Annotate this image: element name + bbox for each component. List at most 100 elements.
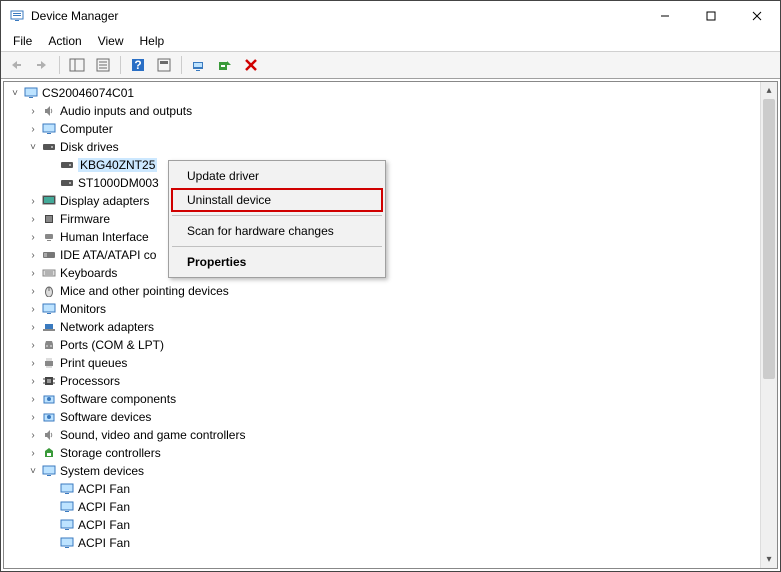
tree-label: Software devices	[60, 410, 151, 424]
tree-item-ports[interactable]: › Ports (COM & LPT)	[4, 336, 760, 354]
action-button[interactable]	[153, 54, 175, 76]
tree-item-processors[interactable]: › Processors	[4, 372, 760, 390]
menubar: File Action View Help	[1, 31, 780, 51]
expander-icon[interactable]: ›	[26, 376, 40, 387]
menu-file[interactable]: File	[5, 34, 40, 48]
software-icon	[40, 391, 58, 407]
tree-item-acpi[interactable]: ACPI Fan	[4, 516, 760, 534]
tree-item-mice[interactable]: › Mice and other pointing devices	[4, 282, 760, 300]
tree-item-disk-drives[interactable]: ˅ Disk drives	[4, 138, 760, 156]
toolbar-separator	[181, 56, 182, 74]
scroll-thumb[interactable]	[763, 99, 775, 379]
expander-icon[interactable]: ˅	[8, 88, 22, 99]
network-icon	[40, 319, 58, 335]
tree-label: Processors	[60, 374, 120, 388]
tree-label: ACPI Fan	[78, 482, 130, 496]
menu-separator	[172, 215, 382, 216]
cpu-icon	[40, 373, 58, 389]
ctx-update-driver[interactable]: Update driver	[171, 164, 383, 188]
tree-item-system[interactable]: ˅ System devices	[4, 462, 760, 480]
ctx-scan-hardware[interactable]: Scan for hardware changes	[171, 219, 383, 243]
toolbar-separator	[120, 56, 121, 74]
computer-icon	[22, 85, 40, 101]
printer-icon	[40, 355, 58, 371]
tree-label: Ports (COM & LPT)	[60, 338, 164, 352]
menu-help[interactable]: Help	[132, 34, 173, 48]
minimize-button[interactable]	[642, 1, 688, 31]
expander-icon[interactable]: ˅	[26, 466, 40, 477]
device-tree[interactable]: ˅ CS20046074C01 › Audio inputs and outpu…	[4, 82, 760, 568]
tree-item-swdevices[interactable]: › Software devices	[4, 408, 760, 426]
menu-separator	[172, 246, 382, 247]
disk-icon	[58, 157, 76, 173]
expander-icon[interactable]: ›	[26, 232, 40, 243]
tree-label: Human Interface	[60, 230, 149, 244]
expander-icon[interactable]: ˅	[26, 142, 40, 153]
tree-label: System devices	[60, 464, 144, 478]
expander-icon[interactable]: ›	[26, 304, 40, 315]
expander-icon[interactable]: ›	[26, 430, 40, 441]
system-icon	[58, 535, 76, 551]
expander-icon[interactable]: ›	[26, 250, 40, 261]
add-legacy-button[interactable]	[214, 54, 236, 76]
tree-label: Monitors	[60, 302, 106, 316]
tree-label: KBG40ZNT25	[78, 158, 157, 172]
tree-label: IDE ATA/ATAPI co	[60, 248, 156, 262]
vertical-scrollbar[interactable]: ▴ ▾	[760, 82, 777, 568]
scan-button[interactable]	[188, 54, 210, 76]
tree-label: Print queues	[60, 356, 127, 370]
system-icon	[40, 463, 58, 479]
tree-label: Software components	[60, 392, 176, 406]
tree-item-storage[interactable]: › Storage controllers	[4, 444, 760, 462]
speaker-icon	[40, 103, 58, 119]
scroll-down-icon[interactable]: ▾	[761, 551, 777, 568]
properties-button[interactable]	[92, 54, 114, 76]
tree-item-monitors[interactable]: › Monitors	[4, 300, 760, 318]
show-hide-tree-button[interactable]	[66, 54, 88, 76]
scroll-up-icon[interactable]: ▴	[761, 82, 777, 99]
expander-icon[interactable]: ›	[26, 286, 40, 297]
menu-view[interactable]: View	[90, 34, 132, 48]
tree-item-sound[interactable]: › Sound, video and game controllers	[4, 426, 760, 444]
expander-icon[interactable]: ›	[26, 268, 40, 279]
tree-item-swcomponents[interactable]: › Software components	[4, 390, 760, 408]
expander-icon[interactable]: ›	[26, 412, 40, 423]
menu-action[interactable]: Action	[40, 34, 89, 48]
expander-icon[interactable]: ›	[26, 322, 40, 333]
close-button[interactable]	[734, 1, 780, 31]
tree-label: Storage controllers	[60, 446, 161, 460]
expander-icon[interactable]: ›	[26, 394, 40, 405]
uninstall-button[interactable]	[240, 54, 262, 76]
tree-item-acpi[interactable]: ACPI Fan	[4, 480, 760, 498]
expander-icon[interactable]: ›	[26, 214, 40, 225]
back-button[interactable]	[5, 54, 27, 76]
disk-icon	[40, 139, 58, 155]
tree-label: ST1000DM003	[78, 176, 159, 190]
display-icon	[40, 193, 58, 209]
tree-container: ˅ CS20046074C01 › Audio inputs and outpu…	[3, 81, 778, 569]
ctx-uninstall-device[interactable]: Uninstall device	[171, 188, 383, 212]
ide-icon	[40, 247, 58, 263]
expander-icon[interactable]: ›	[26, 340, 40, 351]
expander-icon[interactable]: ›	[26, 106, 40, 117]
expander-icon[interactable]: ›	[26, 196, 40, 207]
tree-item-printqueues[interactable]: › Print queues	[4, 354, 760, 372]
ctx-properties[interactable]: Properties	[171, 250, 383, 274]
tree-item-acpi[interactable]: ACPI Fan	[4, 498, 760, 516]
tree-item-computer[interactable]: › Computer	[4, 120, 760, 138]
tree-root[interactable]: ˅ CS20046074C01	[4, 84, 760, 102]
expander-icon[interactable]: ›	[26, 448, 40, 459]
expander-icon[interactable]: ›	[26, 124, 40, 135]
toolbar: ?	[1, 51, 780, 79]
context-menu: Update driver Uninstall device Scan for …	[168, 160, 386, 278]
tree-item-network[interactable]: › Network adapters	[4, 318, 760, 336]
maximize-button[interactable]	[688, 1, 734, 31]
tree-label: Computer	[60, 122, 113, 136]
forward-button[interactable]	[31, 54, 53, 76]
app-icon	[9, 8, 25, 24]
help-button[interactable]: ?	[127, 54, 149, 76]
tree-item-acpi[interactable]: ACPI Fan	[4, 534, 760, 552]
tree-item-audio[interactable]: › Audio inputs and outputs	[4, 102, 760, 120]
keyboard-icon	[40, 265, 58, 281]
expander-icon[interactable]: ›	[26, 358, 40, 369]
